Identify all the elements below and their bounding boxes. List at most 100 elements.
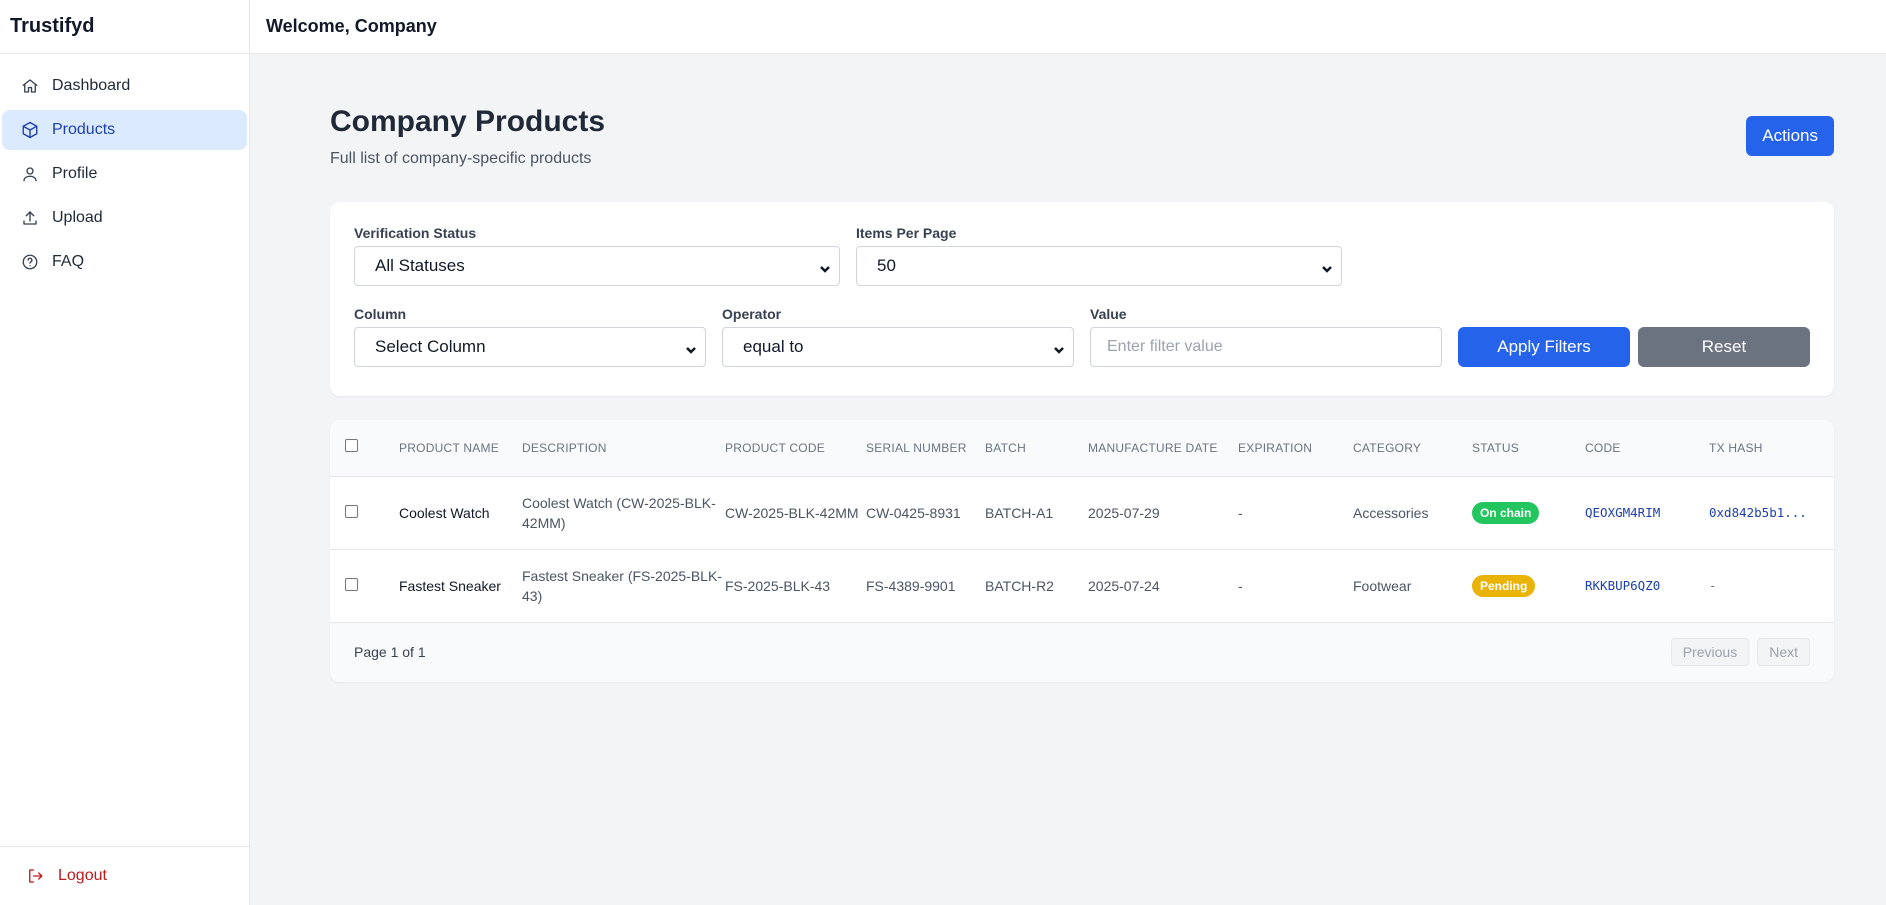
sidebar-item-dashboard[interactable]: Dashboard [2,66,247,106]
logout-label: Logout [58,867,107,884]
home-icon [20,76,40,96]
column-header[interactable]: EXPIRATION [1238,420,1353,476]
description: Fastest Sneaker (FS-2025-BLK-43) [522,567,722,604]
operator-label: Operator [722,306,782,322]
column-header[interactable]: PRODUCT NAME [399,420,522,476]
filter-panel: Verification Status All Statuses Items P… [330,202,1834,396]
column-header[interactable]: SERIAL NUMBER [866,420,985,476]
operator-filter: Operator equal to [722,307,1074,367]
expiration: - [1238,577,1243,594]
verification-code-link[interactable]: RKKBUP6QZ0 [1585,578,1660,593]
table-row[interactable]: Fastest Sneaker Fastest Sneaker (FS-2025… [330,549,1834,622]
sidebar-item-profile[interactable]: Profile [2,154,247,194]
select-all-checkbox[interactable] [345,439,358,453]
verification-status-filter: Verification Status All Statuses [354,226,840,286]
row-checkbox[interactable] [345,504,358,518]
column-header[interactable]: TX HASH [1709,420,1834,476]
upload-icon [20,208,40,228]
expiration: - [1238,504,1243,521]
items-per-page-select[interactable]: 50 [856,246,1342,286]
topbar: Welcome, Company [250,0,1886,54]
user-icon [20,164,40,184]
sidebar-item-label: Dashboard [52,77,131,94]
tx-hash-link[interactable]: 0xd842b5b1... [1709,505,1807,520]
help-circle-icon [20,252,40,272]
page-info: Page 1 of 1 [354,644,426,660]
sidebar: Trustifyd Dashboard Products Profile Upl… [0,0,250,905]
batch: BATCH-A1 [985,504,1054,521]
chevron-down-icon [819,260,831,273]
reset-button[interactable]: Reset [1638,327,1810,367]
sidebar-item-label: Upload [52,209,103,226]
column-header[interactable]: CODE [1585,420,1709,476]
serial-number: CW-0425-8931 [866,504,961,521]
tx-hash-empty: - [1709,578,1717,593]
product-code: FS-2025-BLK-43 [725,577,831,594]
column-header[interactable]: CATEGORY [1353,420,1472,476]
batch: BATCH-R2 [985,577,1054,594]
previous-page-button[interactable]: Previous [1670,638,1750,666]
chevron-down-icon [1321,260,1333,273]
items-per-page-label: Items Per Page [856,225,957,241]
sidebar-item-label: Products [52,121,116,138]
items-per-page-filter: Items Per Page 50 [856,226,1342,286]
product-name: Coolest Watch [399,504,490,521]
status-badge: Pending [1472,574,1536,597]
column-header[interactable]: DESCRIPTION [522,420,725,476]
category: Footwear [1353,577,1412,594]
column-value: Select Column [375,337,486,356]
verification-status-select[interactable]: All Statuses [354,246,840,286]
logout-icon [29,869,43,883]
products-table: PRODUCT NAME DESCRIPTION PRODUCT CODE SE… [330,420,1834,623]
status-badge: On chain [1472,501,1540,524]
sidebar-nav: Dashboard Products Profile Upload FAQ [0,54,249,282]
column-header[interactable]: PRODUCT CODE [725,420,866,476]
sidebar-item-label: Profile [52,165,98,182]
page-title: Company Products [330,105,606,138]
serial-number: FS-4389-9901 [866,577,956,594]
row-checkbox[interactable] [345,577,358,591]
verification-status-label: Verification Status [354,225,477,241]
apply-filters-button[interactable]: Apply Filters [1458,327,1630,367]
page-header: Company Products Full list of company-sp… [330,96,1834,202]
pagination: Page 1 of 1 Previous Next [330,622,1834,682]
product-code: CW-2025-BLK-42MM [725,504,859,521]
value-label: Value [1090,306,1127,322]
operator-value: equal to [743,337,804,356]
actions-button[interactable]: Actions [1746,116,1834,156]
column-header[interactable]: MANUFACTURE DATE [1088,420,1238,476]
table-header-row: PRODUCT NAME DESCRIPTION PRODUCT CODE SE… [330,420,1834,476]
sidebar-item-label: FAQ [52,253,85,270]
product-name: Fastest Sneaker [399,577,501,594]
verification-status-value: All Statuses [375,256,465,275]
category: Accessories [1353,504,1429,521]
description: Coolest Watch (CW-2025-BLK-42MM) [522,494,716,531]
filter-value-placeholder: Enter filter value [1107,338,1223,355]
main-content: Company Products Full list of company-sp… [330,96,1834,682]
welcome-text: Welcome, Company [266,16,437,36]
column-select[interactable]: Select Column [354,327,706,367]
filter-value-input[interactable]: Enter filter value [1090,327,1442,367]
cube-icon [20,120,40,140]
column-header[interactable]: BATCH [985,420,1088,476]
sidebar-footer: Logout [0,846,249,905]
sidebar-item-faq[interactable]: FAQ [2,242,247,282]
sidebar-item-upload[interactable]: Upload [2,198,247,238]
next-page-button[interactable]: Next [1757,638,1810,666]
logout-button[interactable]: Logout [26,867,107,885]
manufacture-date: 2025-07-29 [1088,504,1160,521]
items-per-page-value: 50 [877,256,896,275]
column-label: Column [354,306,407,322]
table-row[interactable]: Coolest Watch Coolest Watch (CW-2025-BLK… [330,476,1834,549]
brand-logo[interactable]: Trustifyd [0,0,249,54]
verification-code-link[interactable]: QEOXGM4RIM [1585,505,1660,520]
sidebar-item-products[interactable]: Products [2,110,247,150]
chevron-down-icon [685,341,697,354]
column-filter: Column Select Column [354,307,706,367]
chevron-down-icon [1053,341,1065,354]
column-header[interactable]: STATUS [1472,420,1585,476]
manufacture-date: 2025-07-24 [1088,577,1160,594]
value-filter: Value Enter filter value [1090,307,1442,367]
products-table-card: PRODUCT NAME DESCRIPTION PRODUCT CODE SE… [330,420,1834,682]
operator-select[interactable]: equal to [722,327,1074,367]
